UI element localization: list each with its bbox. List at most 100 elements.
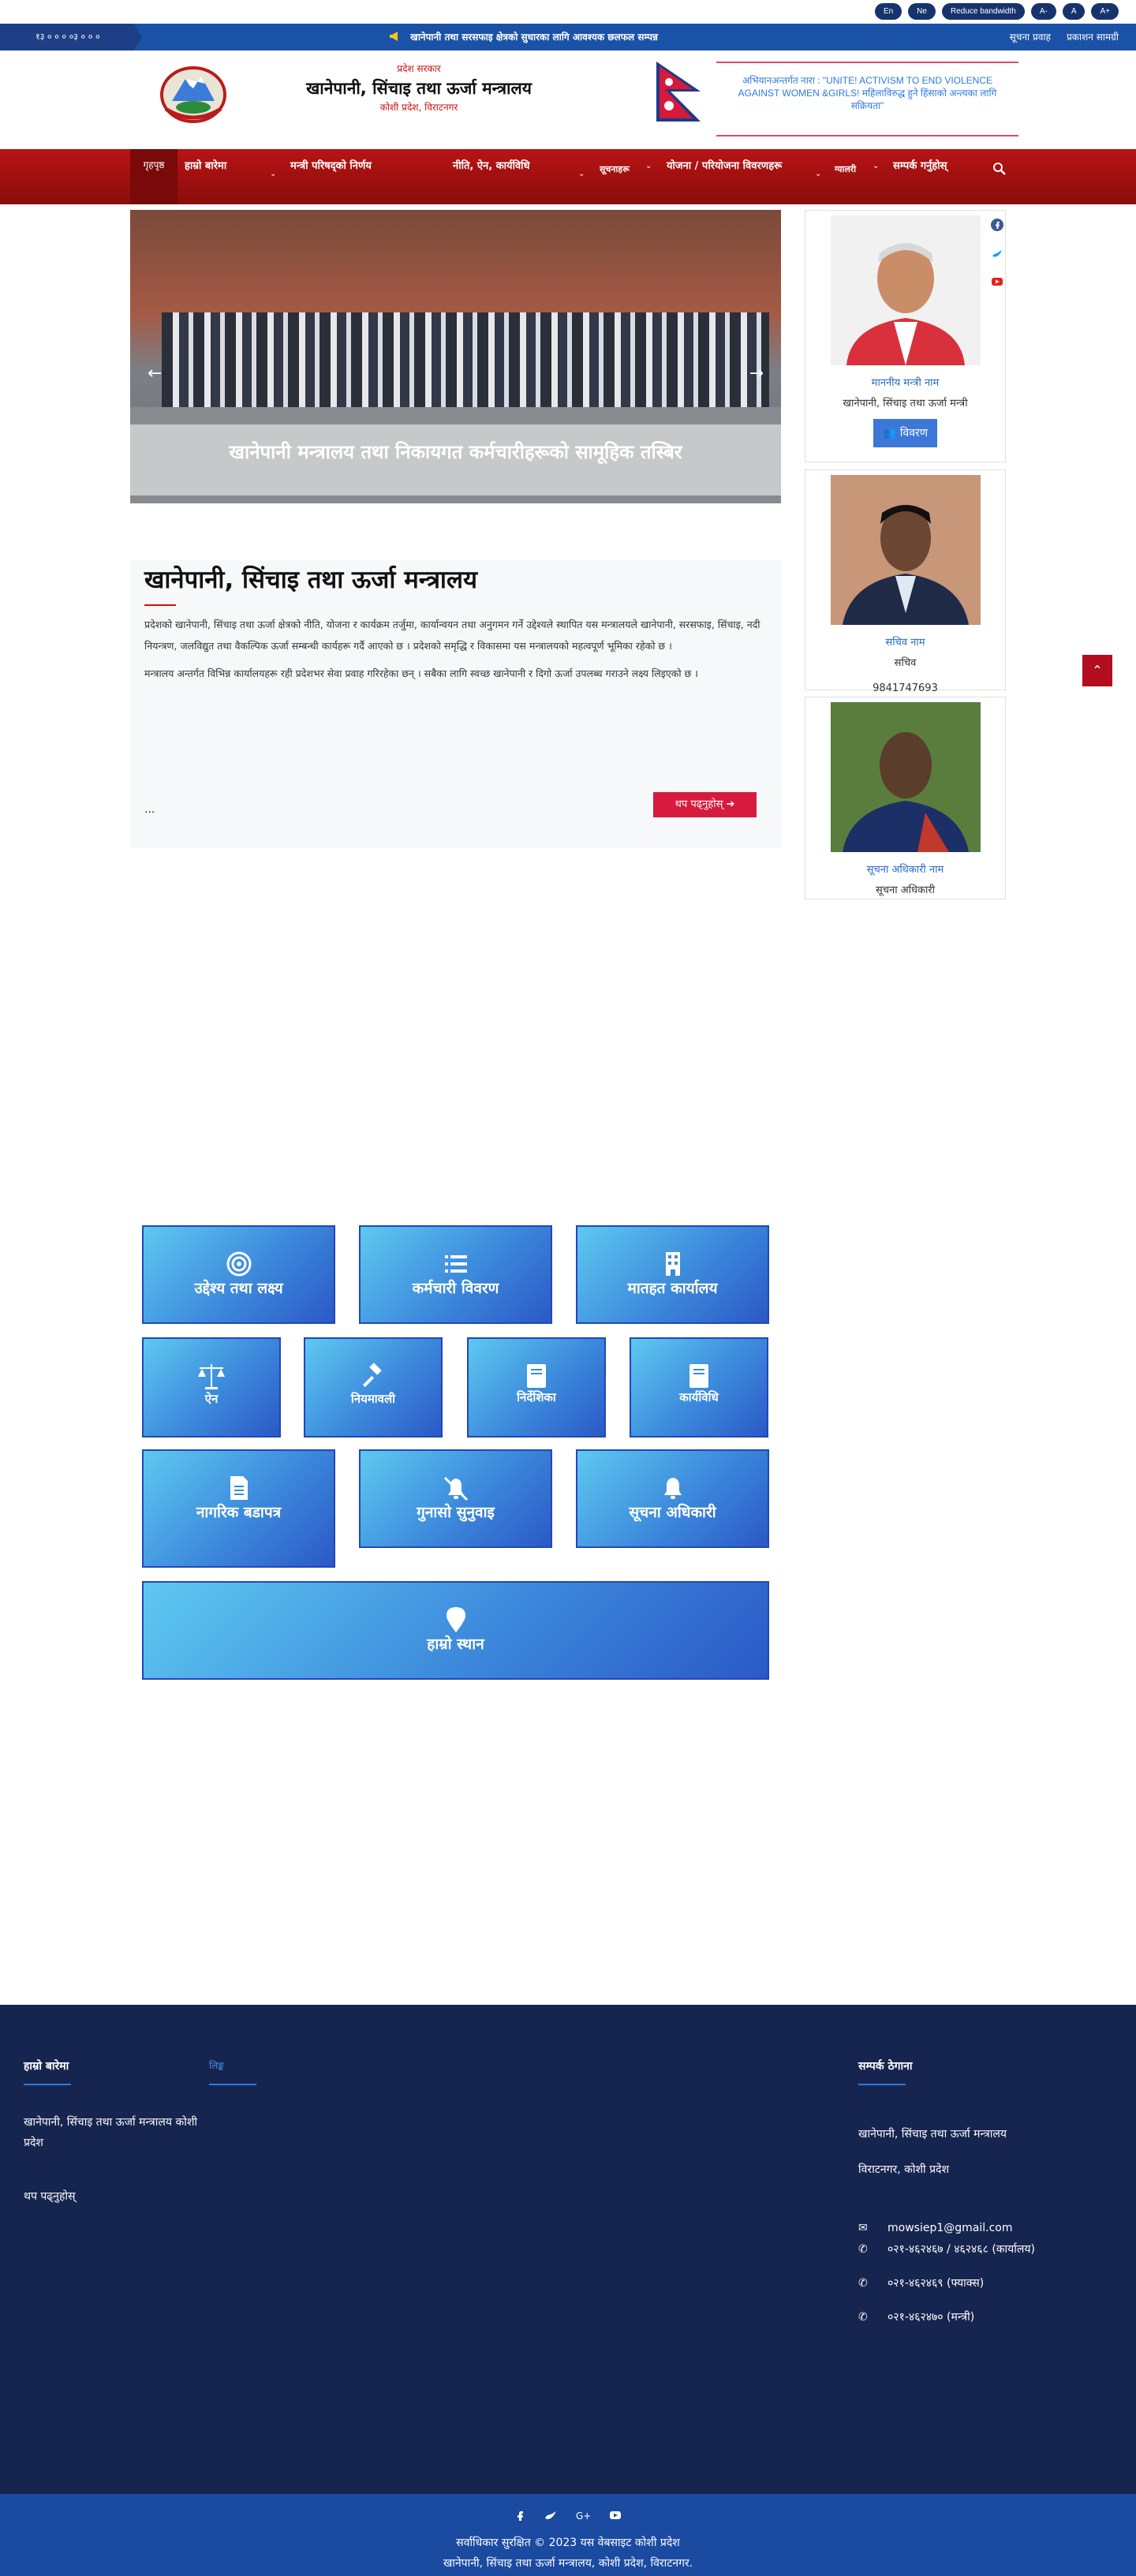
news-ticker: १३ ० ० ० ०३ ० ० ० खानेपानी तथा सरसफाइ क्… xyxy=(0,24,1136,50)
nav-item-acts-policies[interactable]: नीति, ऐन, कार्यविधि xyxy=(453,157,571,176)
profile-button-label: विवरण xyxy=(899,427,928,439)
tile-citizen-charter[interactable]: नागरिक बडापत्र xyxy=(142,1449,335,1568)
group-photo xyxy=(162,312,769,407)
tile-label: गुनासो सुनुवाइ xyxy=(417,1504,495,1521)
tile-procedures[interactable]: कार्यविधि xyxy=(630,1337,768,1438)
tile-label: हाम्रो स्थान xyxy=(427,1636,484,1653)
nav-item-projects[interactable]: योजना / परियोजना विवरणहरू xyxy=(667,157,809,176)
tile-label: सूचना अधिकारी xyxy=(629,1504,716,1521)
youtube-icon[interactable] xyxy=(991,275,1003,288)
twitter-icon[interactable] xyxy=(544,2510,557,2521)
tile-label: मातहत कार्यालय xyxy=(627,1280,718,1297)
tile-objectives[interactable]: उद्देश्य तथा लक्ष्य xyxy=(142,1225,335,1324)
official-name[interactable]: सचिव नाम xyxy=(805,634,1005,649)
tile-grievance-hearing[interactable]: गुनासो सुनुवाइ xyxy=(359,1449,552,1548)
chevron-down-icon: ⌄ xyxy=(578,170,585,178)
profile-button[interactable]: 👥 विवरण xyxy=(873,419,937,447)
nav-item-contact[interactable]: सम्पर्क गर्नुहोस् xyxy=(893,157,980,176)
tile-information-officer[interactable]: सूचना अधिकारी xyxy=(576,1449,769,1548)
secretary-photo xyxy=(830,475,981,625)
tile-our-location[interactable]: हाम्रो स्थान xyxy=(142,1581,769,1680)
intro-section: खानेपानी, सिंचाइ तथा ऊर्जा मन्त्रालय प्र… xyxy=(130,560,781,848)
footer-title-underline xyxy=(858,2084,906,2085)
footer-links-title: लिङ्क xyxy=(209,2060,224,2071)
book-icon xyxy=(527,1364,546,1388)
information-officer-photo xyxy=(830,702,981,852)
bell-icon xyxy=(663,1478,682,1499)
official-role: खानेपानी, सिंचाइ तथा ऊर्जा मन्त्री xyxy=(843,398,968,409)
government-emblem-logo[interactable] xyxy=(158,62,229,125)
footer-phone: ०२१-४६२४६७ / ४६२४६८ (कार्यालय) xyxy=(888,2243,1035,2256)
tile-subordinate-offices[interactable]: मातहत कार्यालय xyxy=(576,1225,769,1324)
footer-title-underline xyxy=(24,2084,71,2085)
building-icon xyxy=(665,1252,680,1276)
facebook-icon[interactable] xyxy=(991,219,1003,231)
envelope-icon: ✉ xyxy=(858,2222,868,2234)
intro-ellipsis: ... xyxy=(144,803,155,816)
nav-item-cabinet-decisions[interactable]: मन्त्री परिषद्को निर्णय xyxy=(290,157,448,176)
ticker-news-text[interactable]: खानेपानी तथा सरसफाइ क्षेत्रको सुधारका ला… xyxy=(410,24,841,50)
slider-next-arrow-icon[interactable]: → xyxy=(749,364,764,383)
lang-en-button[interactable]: En xyxy=(874,3,902,20)
read-more-button[interactable]: थप पढ्नुहोस् ➔ xyxy=(653,792,757,817)
current-date: १३ ० ० ० ०३ ० ० ० xyxy=(0,24,142,50)
google-plus-icon[interactable]: G+ xyxy=(576,2510,590,2521)
site-footer: हाम्रो बारेमा खानेपानी, सिंचाइ तथा ऊर्जा… xyxy=(0,2005,1136,2494)
phone-icon: ✆ xyxy=(858,2277,868,2290)
users-icon: 👥 xyxy=(883,427,897,439)
official-name[interactable]: माननीय मन्त्री नाम xyxy=(805,375,1005,389)
twitter-icon[interactable] xyxy=(991,247,1003,260)
utility-buttons: En Ne Reduce bandwidth A- A A+ xyxy=(874,3,1119,20)
footer-address: विराटनगर, कोशी प्रदेश xyxy=(858,2163,949,2176)
footer-email[interactable]: mowsiep1@gmail.com xyxy=(888,2218,1012,2238)
image-slider[interactable]: खानेपानी मन्त्रालय तथा निकायगत कर्मचारीह… xyxy=(130,210,781,503)
copyright-line: सर्वाधिकार सुरक्षित © 2023 यस वेबसाइट को… xyxy=(456,2537,680,2549)
main-navigation: गृहपृष्ठ हाम्रो बारेमा ⌄ मन्त्री परिषद्क… xyxy=(0,149,1136,204)
chevron-down-icon: ⌄ xyxy=(270,170,277,178)
reduce-bandwidth-button[interactable]: Reduce bandwidth xyxy=(941,3,1025,20)
font-increase-button[interactable]: A+ xyxy=(1091,3,1119,20)
tile-staff-details[interactable]: कर्मचारी विवरण xyxy=(359,1225,552,1324)
ministry-name[interactable]: खानेपानी, सिंचाइ तथा ऊर्जा मन्त्रालय xyxy=(290,78,547,99)
tile-label: कार्यविधि xyxy=(679,1390,719,1404)
top-utility-bar: En Ne Reduce bandwidth A- A A+ xyxy=(0,0,1136,24)
bell-slash-icon xyxy=(443,1476,468,1501)
footer-about-text: खानेपानी, सिंचाइ तथा ऊर्जा मन्त्रालय कोश… xyxy=(24,2116,197,2149)
map-marker-icon xyxy=(446,1607,465,1632)
ticker-links: सूचना प्रवाह प्रकाशन सामग्री xyxy=(1010,24,1119,50)
search-icon[interactable] xyxy=(992,162,1007,176)
footer-title-underline xyxy=(209,2084,256,2085)
nav-item-about[interactable]: हाम्रो बारेमा xyxy=(185,157,271,176)
tile-label: नागरिक बडापत्र xyxy=(196,1504,282,1521)
slider-prev-arrow-icon[interactable]: ← xyxy=(148,364,162,383)
scroll-to-top-button[interactable]: ⌃ xyxy=(1082,655,1112,686)
official-name[interactable]: सूचना अधिकारी नाम xyxy=(805,862,1005,876)
lang-ne-button[interactable]: Ne xyxy=(908,3,936,20)
ticker-link[interactable]: प्रकाशन सामग्री xyxy=(1067,24,1119,50)
tile-acts[interactable]: ऐन xyxy=(142,1337,281,1438)
nav-home[interactable]: गृहपृष्ठ xyxy=(130,149,178,204)
document-icon xyxy=(230,1476,248,1500)
tile-regulations[interactable]: नियमावली xyxy=(304,1337,443,1438)
phone-icon: ✆ xyxy=(858,2311,868,2324)
official-card-minister: माननीय मन्त्री नाम खानेपानी, सिंचाइ तथा … xyxy=(805,210,1006,462)
svg-text:G+: G+ xyxy=(576,2511,590,2521)
slide-caption: खानेपानी मन्त्रालय तथा निकायगत कर्मचारीह… xyxy=(130,424,781,495)
site-title: प्रदेश सरकार खानेपानी, सिंचाइ तथा ऊर्जा … xyxy=(290,62,547,114)
footer-phone: ०२१-४६२४६९ (फ्याक्स) xyxy=(888,2277,985,2290)
tile-label: उद्देश्य तथा लक्ष्य xyxy=(194,1280,283,1297)
tile-directives[interactable]: निर्देशिका xyxy=(467,1337,606,1438)
font-decrease-button[interactable]: A- xyxy=(1030,3,1056,20)
footer-org-name: खानेपानी, सिंचाइ तथा ऊर्जा मन्त्रालय xyxy=(858,2128,1007,2140)
footer-about-link[interactable]: थप पढ्नुहोस् xyxy=(24,2186,75,2207)
ticker-link[interactable]: सूचना प्रवाह xyxy=(1010,24,1051,50)
government-label: प्रदेश सरकार xyxy=(397,63,441,74)
font-reset-button[interactable]: A xyxy=(1062,3,1086,20)
youtube-icon[interactable] xyxy=(609,2510,622,2521)
copyright-bar: G+ सर्वाधिकार सुरक्षित © 2023 यस वेबसाइट… xyxy=(0,2494,1136,2576)
footer-social-icons: G+ xyxy=(0,2510,1136,2521)
chevron-down-icon: ⌄ xyxy=(645,162,652,170)
chevron-down-icon: ⌄ xyxy=(815,170,822,178)
intro-paragraph: प्रदेशको खानेपानी, सिंचाइ तथा ऊर्जा क्षे… xyxy=(144,619,760,652)
facebook-icon[interactable] xyxy=(514,2510,525,2521)
